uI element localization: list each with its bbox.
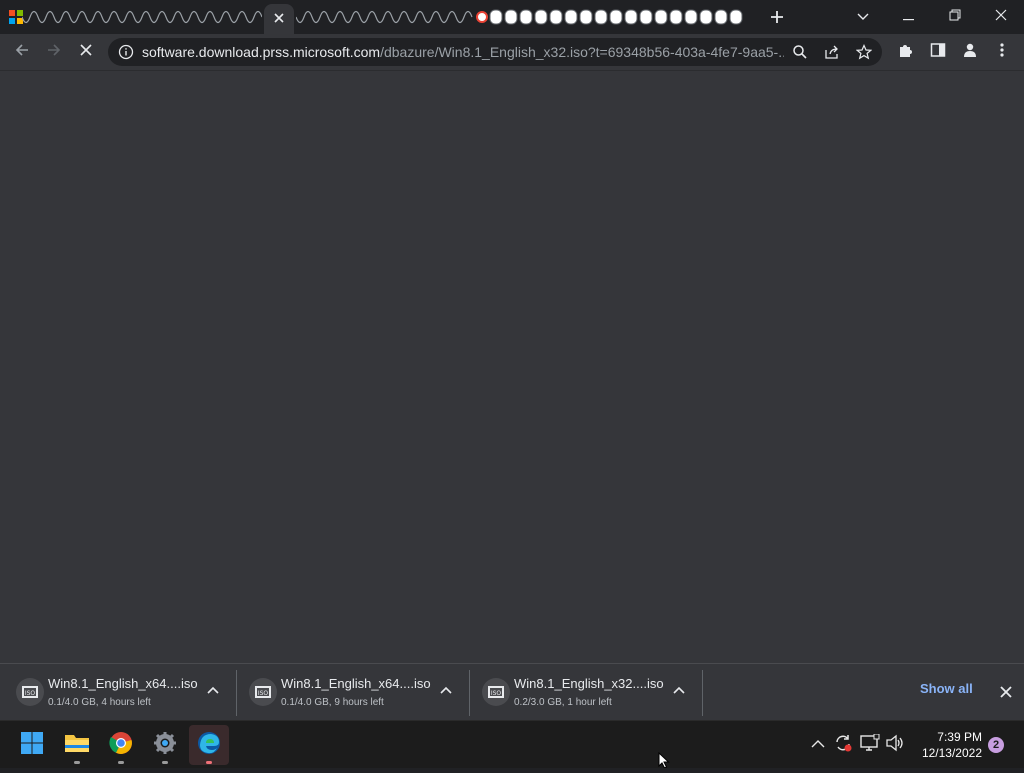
restore-icon — [949, 8, 961, 26]
iso-file-icon: ISO — [249, 678, 277, 706]
settings-icon — [153, 731, 177, 760]
running-indicator — [118, 761, 124, 764]
iso-file-icon: ISO — [16, 678, 44, 706]
divider — [702, 670, 703, 716]
network-status[interactable] — [858, 733, 882, 757]
star-icon[interactable] — [855, 44, 873, 60]
page-content — [0, 70, 1024, 663]
start-button[interactable] — [12, 725, 52, 765]
info-icon[interactable] — [118, 44, 134, 60]
more-vert-icon — [1000, 42, 1004, 63]
close-icon[interactable] — [996, 682, 1016, 702]
iso-file-icon: ISO — [482, 678, 510, 706]
running-indicator — [74, 761, 80, 764]
close-icon — [79, 43, 93, 62]
chevron-up-icon[interactable] — [437, 682, 455, 700]
taskbar-chrome[interactable] — [101, 725, 141, 765]
active-tab[interactable] — [264, 4, 294, 34]
chevron-up-icon[interactable] — [670, 682, 688, 700]
download-status: 0.2/3.0 GB, 1 hour left — [514, 697, 612, 708]
system-clock[interactable]: 7:39 PM 12/13/2022 — [912, 729, 982, 761]
notification-badge[interactable]: 2 — [988, 737, 1004, 753]
side-panel-icon — [930, 42, 946, 63]
running-indicator — [206, 761, 212, 764]
profile-button[interactable] — [956, 38, 984, 66]
download-item[interactable]: ISO Win8.1_English_x64....iso 0.1/4.0 GB… — [0, 664, 232, 720]
chevron-up-icon — [811, 736, 825, 754]
show-all-link[interactable]: Show all — [920, 681, 973, 696]
tab-search-button[interactable] — [840, 0, 886, 34]
download-status: 0.1/4.0 GB, 9 hours left — [281, 697, 384, 708]
download-item[interactable]: ISO Win8.1_English_x64....iso 0.1/4.0 GB… — [233, 664, 465, 720]
person-icon — [962, 42, 978, 63]
clock-date: 12/13/2022 — [921, 746, 982, 760]
url-text: software.download.prss.microsoft.com/dba… — [142, 38, 784, 66]
mouse-cursor-icon — [658, 751, 670, 769]
tab-group-loading-2[interactable] — [296, 6, 474, 28]
chevron-down-icon — [857, 8, 869, 26]
back-button[interactable] — [8, 38, 36, 66]
download-shelf: ISO Win8.1_English_x64....iso 0.1/4.0 GB… — [0, 663, 1024, 720]
tab-group-favicons[interactable] — [476, 6, 746, 28]
chrome-icon — [109, 731, 133, 760]
download-status: 0.1/4.0 GB, 4 hours left — [48, 697, 151, 708]
minimize-icon — [903, 8, 915, 26]
sync-status[interactable] — [831, 733, 855, 757]
svg-text:ISO: ISO — [25, 690, 36, 697]
restore-button[interactable] — [932, 0, 978, 34]
running-indicator — [162, 761, 168, 764]
puzzle-icon — [898, 42, 914, 63]
speaker-icon — [885, 734, 905, 757]
volume-control[interactable] — [883, 733, 907, 757]
tab-group-loading[interactable] — [22, 6, 262, 28]
arrow-right-icon — [46, 42, 62, 63]
taskbar: 7:39 PM 12/13/2022 2 — [0, 720, 1024, 768]
forward-button[interactable] — [40, 38, 68, 66]
address-bar[interactable]: software.download.prss.microsoft.com/dba… — [108, 38, 882, 66]
network-icon — [860, 733, 880, 757]
download-filename: Win8.1_English_x64....iso — [48, 676, 198, 691]
tab-strip — [0, 0, 1024, 34]
minimize-button[interactable] — [886, 0, 932, 34]
url-path: /dbazure/Win8.1_English_x32.iso?t=69348b… — [380, 44, 784, 60]
stop-button[interactable] — [72, 38, 100, 66]
close-icon[interactable] — [272, 11, 286, 25]
edge-icon — [197, 731, 221, 760]
side-panel-button[interactable] — [924, 38, 952, 66]
svg-text:ISO: ISO — [258, 690, 269, 697]
svg-text:ISO: ISO — [491, 690, 502, 697]
taskbar-edge[interactable] — [189, 725, 229, 765]
menu-button[interactable] — [988, 38, 1016, 66]
arrow-left-icon — [14, 42, 30, 63]
download-filename: Win8.1_English_x32....iso — [514, 676, 664, 691]
start-icon — [20, 731, 44, 760]
window-close-button[interactable] — [978, 0, 1024, 34]
chevron-up-icon[interactable] — [204, 682, 222, 700]
taskbar-file-explorer[interactable] — [57, 725, 97, 765]
download-item[interactable]: ISO Win8.1_English_x32....iso 0.2/3.0 GB… — [466, 664, 698, 720]
download-filename: Win8.1_English_x64....iso — [281, 676, 431, 691]
new-tab-icon[interactable] — [768, 8, 786, 26]
close-icon — [995, 8, 1007, 26]
taskbar-settings[interactable] — [145, 725, 185, 765]
show-hidden-icons[interactable] — [806, 733, 830, 757]
sync-icon — [833, 733, 853, 758]
zoom-icon[interactable] — [792, 44, 808, 60]
clock-time: 7:39 PM — [937, 730, 982, 744]
share-icon[interactable] — [824, 44, 840, 60]
file-explorer-icon — [64, 732, 90, 759]
url-domain: software.download.prss.microsoft.com — [142, 44, 381, 60]
extensions-button[interactable] — [892, 38, 920, 66]
browser-toolbar: software.download.prss.microsoft.com/dba… — [0, 34, 1024, 70]
